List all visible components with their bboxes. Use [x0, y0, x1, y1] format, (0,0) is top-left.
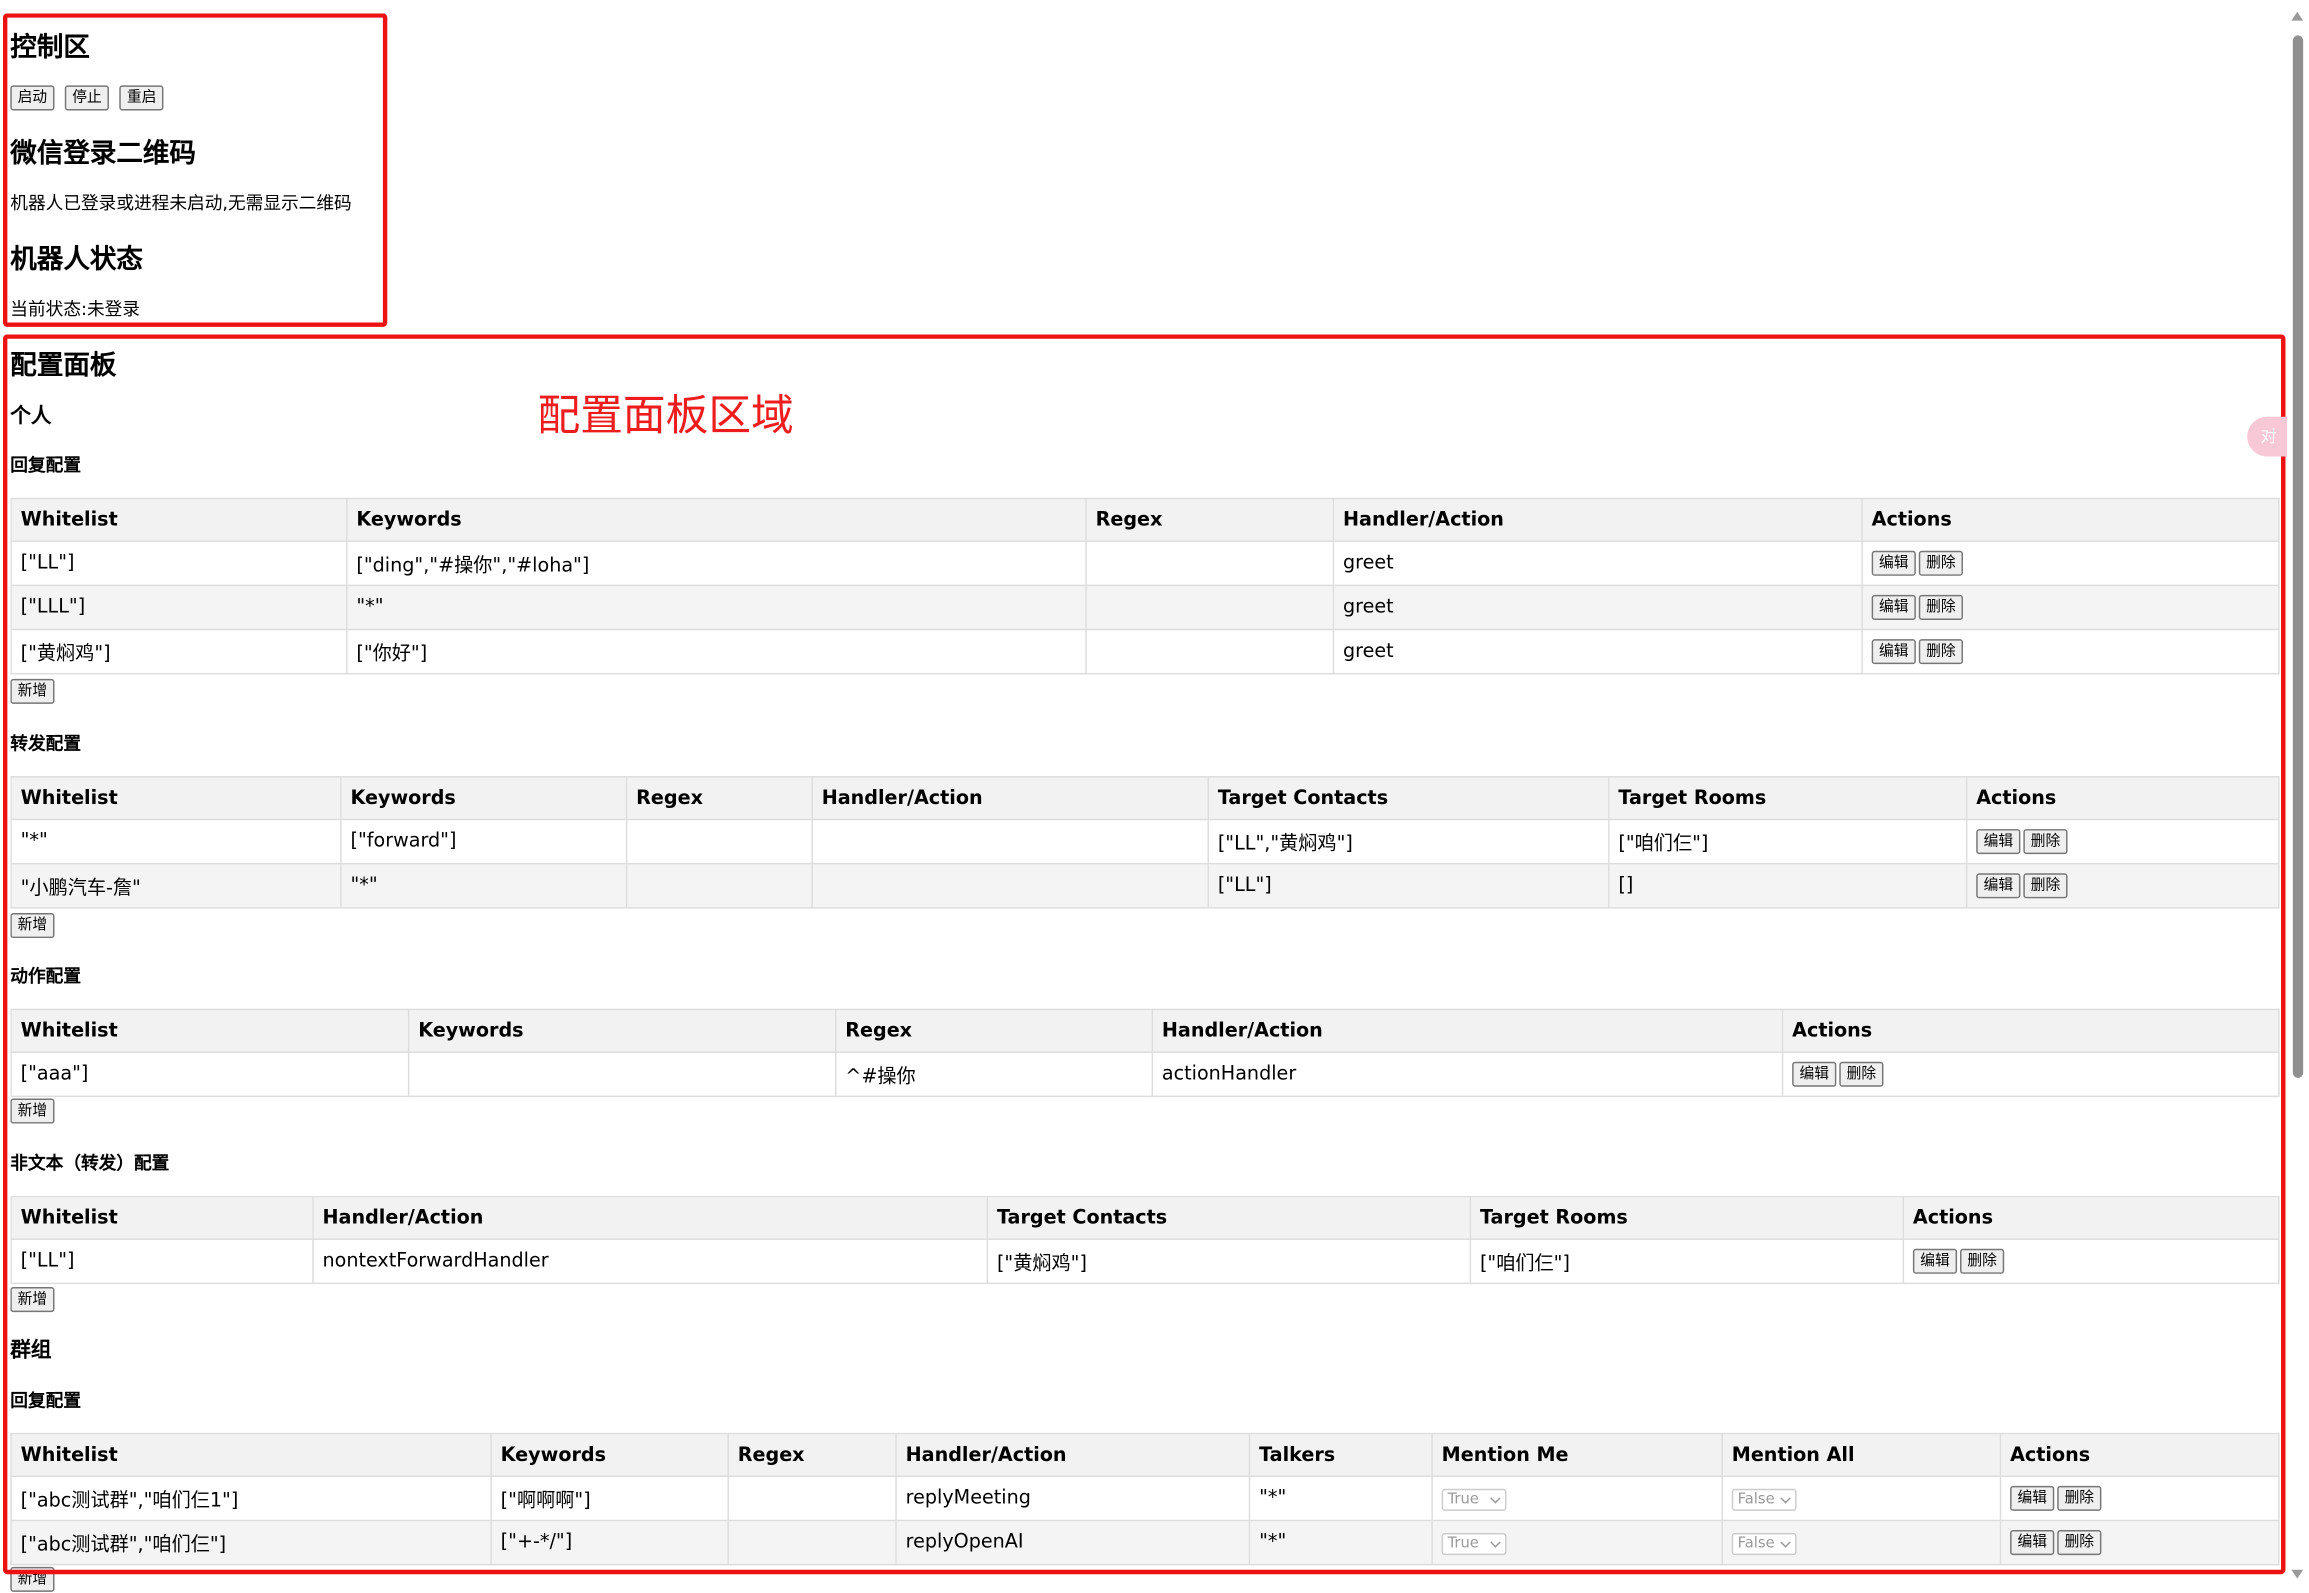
floating-side-widget[interactable]: 对 [2247, 416, 2292, 457]
vertical-scrollbar[interactable] [2286, 0, 2309, 1593]
scrollbar-thumb[interactable] [2292, 35, 2304, 1078]
scroll-down-arrow-icon[interactable] [2291, 1569, 2304, 1579]
config-panel-annotation: 配置面板区域 [537, 390, 794, 441]
scroll-up-arrow-icon[interactable] [2291, 11, 2304, 21]
control-area-highlight [2, 13, 388, 327]
config-panel-highlight [2, 334, 2286, 1575]
